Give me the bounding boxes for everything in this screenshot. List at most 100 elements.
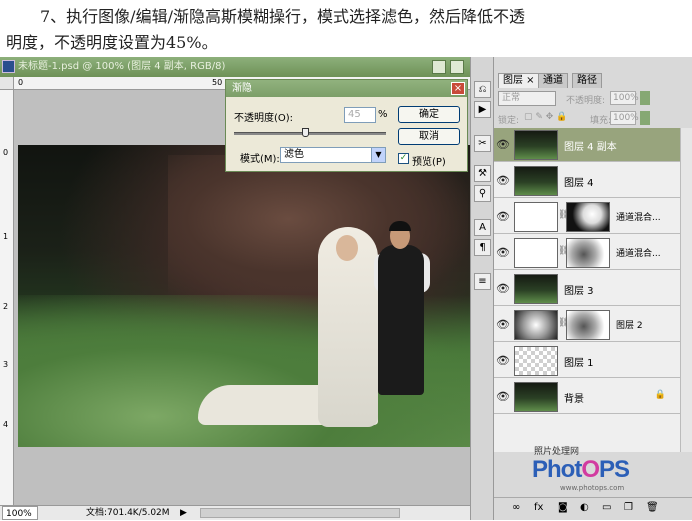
history-icon[interactable]: ⎌ [474,81,491,98]
document-title-bar[interactable]: 未标题-1.psd @ 100% (图层 4 副本, RGB/8) [0,57,470,77]
mode-select[interactable]: 滤色 ▼ [280,147,386,163]
ruler-left-label: 0 [3,148,9,157]
watermark-logo: 照片处理网 PhotOPS www.photops.com [518,442,668,497]
ruler-corner [0,77,14,90]
caption-line-1: 7、执行图像/编辑/渐隐高斯模糊操行，模式选择滤色，然后降低不透 [40,7,525,26]
layer-name[interactable]: 图层 4 [564,174,594,189]
layer-mask-thumbnail[interactable] [566,202,610,232]
add-mask-icon[interactable]: ◙ [558,502,568,513]
brand-part: O [581,456,600,483]
layer-thumbnail[interactable] [514,382,558,412]
visibility-eye-icon[interactable]: 👁 [496,174,510,188]
layer-row[interactable]: 👁 图层 1 [494,344,692,378]
opacity-slider-track[interactable] [234,132,386,135]
visibility-eye-icon[interactable]: 👁 [496,210,510,224]
visibility-eye-icon[interactable]: 👁 [496,138,510,152]
actions-icon[interactable]: ▶ [474,101,491,118]
layers-panel-tabs: 图层 × 通道 路径 [494,71,692,88]
layer-name[interactable]: 背景 [564,390,584,405]
adjustment-layer-icon[interactable]: ◐ [580,502,589,513]
character-icon[interactable]: A [474,219,491,236]
wedding-photo[interactable] [18,145,470,447]
tutorial-caption: 7、执行图像/编辑/渐隐高斯模糊操行，模式选择滤色，然后降低不透 明度，不透明度… [0,0,692,56]
cancel-button[interactable]: 取消 [398,128,460,145]
visibility-eye-icon[interactable]: 👁 [496,282,510,296]
opacity-arrow-icon[interactable] [640,91,650,105]
layer-name[interactable]: 图层 3 [564,282,594,297]
fill-input[interactable]: 100% [610,111,639,125]
maximize-button[interactable] [450,60,464,74]
tab-layers[interactable]: 图层 × [498,73,540,88]
layer-thumbnail[interactable] [514,310,558,340]
fade-dialog-title-bar[interactable]: 渐隐 [226,80,467,97]
visibility-eye-icon[interactable]: 👁 [496,390,510,404]
horizontal-scrollbar[interactable] [200,508,400,518]
layer-row[interactable]: 👁 图层 4 [494,164,692,198]
layer-thumbnail[interactable] [514,238,558,268]
document-info[interactable]: 文档:701.4K/5.02M [86,506,170,520]
layer-thumbnail[interactable] [514,274,558,304]
fade-dialog-title: 渐隐 [232,83,252,94]
preview-checkbox[interactable]: ✓ [398,153,409,164]
lock-icon: 🔒 [654,390,666,400]
caption-line-2: 明度，不透明度设置为45%。 [6,33,218,52]
layer-opacity-label: 不透明度: [566,96,606,106]
ok-button[interactable]: 确定 [398,106,460,123]
lock-icons[interactable]: ▢ ✎ ✥ 🔒 [524,112,567,122]
tab-channels[interactable]: 通道 [538,73,568,88]
tool-presets-icon[interactable]: ✂ [474,135,491,152]
close-icon[interactable]: × [451,82,465,95]
brand-part: PS [599,456,630,483]
info-icon[interactable]: ≡ [474,273,491,290]
lock-label: 锁定: [498,116,520,126]
layer-mask-thumbnail[interactable] [566,310,610,340]
layer-thumbnail[interactable] [514,202,558,232]
layers-scrollbar[interactable] [680,128,692,452]
layer-mask-thumbnail[interactable] [566,238,610,268]
layer-name[interactable]: 图层 1 [564,354,594,369]
layer-thumbnail[interactable] [514,130,558,160]
mode-label: 模式(M): [240,154,280,165]
blend-mode-select[interactable]: 正常 [498,91,556,106]
clone-source-icon[interactable]: ⚲ [474,185,491,202]
bride-head [336,235,358,261]
paragraph-icon[interactable]: ¶ [474,239,491,256]
visibility-eye-icon[interactable]: 👁 [496,354,510,368]
visibility-eye-icon[interactable]: 👁 [496,246,510,260]
layer-list: 👁 图层 4 副本 👁 图层 4 👁 ⛓ 通道混合... 👁 ⛓ 通道混合... 👁 图层 3 👁 ⛓ 图层… [494,128,692,452]
layer-row[interactable]: 👁 ⛓ 图层 2 [494,308,692,342]
preview-label: 预览(P) [412,157,446,168]
chevron-down-icon[interactable]: ▼ [371,148,385,162]
tab-paths[interactable]: 路径 [572,73,602,88]
fill-arrow-icon[interactable] [640,111,650,125]
vertical-ruler[interactable]: 0 1 2 3 4 [0,90,14,510]
layer-style-icon[interactable]: fx [534,502,543,513]
status-menu-arrow-icon[interactable]: ▶ [180,506,187,520]
layer-row[interactable]: 👁 ⛓ 通道混合... [494,200,692,234]
layer-opacity-input[interactable]: 100% [610,91,639,105]
brushes-icon[interactable]: ⚒ [474,165,491,182]
opacity-slider-thumb[interactable] [302,128,310,137]
link-layers-icon[interactable]: ∞ [512,502,520,513]
zoom-field[interactable]: 100% [2,506,38,520]
fill-label: 填充: [590,116,612,126]
layer-row[interactable]: 👁 图层 4 副本 [494,128,692,162]
layer-row[interactable]: 👁 ⛓ 通道混合... [494,236,692,270]
ruler-top-label: 0 [18,78,24,87]
opacity-input[interactable]: 45 [344,107,376,123]
delete-layer-icon[interactable]: 🗑 [646,502,659,513]
layer-thumbnail[interactable] [514,166,558,196]
layer-row[interactable]: 👁 图层 3 [494,272,692,306]
layer-name[interactable]: 通道混合... [616,210,661,223]
visibility-eye-icon[interactable]: 👁 [496,318,510,332]
layer-name[interactable]: 图层 4 副本 [564,138,617,153]
layer-name[interactable]: 通道混合... [616,246,661,259]
minimize-button[interactable] [432,60,446,74]
layer-name[interactable]: 图层 2 [616,318,643,331]
ruler-left-label: 1 [3,232,9,241]
new-layer-icon[interactable]: ❐ [624,502,633,513]
new-group-icon[interactable]: ▭ [602,502,611,513]
ruler-left-label: 2 [3,302,9,311]
layer-row[interactable]: 👁 背景 🔒 [494,380,692,414]
layer-thumbnail[interactable] [514,346,558,376]
